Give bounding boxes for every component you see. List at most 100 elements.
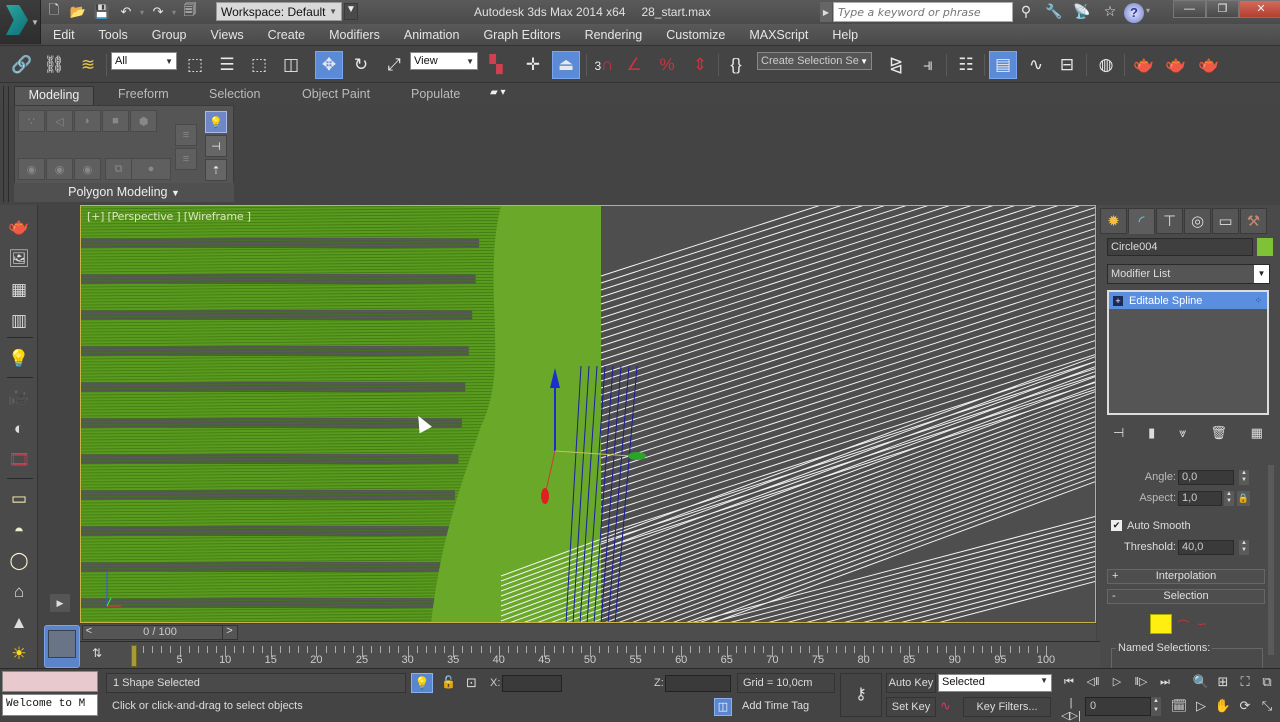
select-object-button[interactable]: ⬚ [181, 51, 209, 79]
select-and-move-button[interactable]: ✥ [315, 51, 343, 79]
remove-modifier-icon[interactable]: 🗑 [1210, 425, 1227, 441]
interpolation-rollout-header[interactable]: + Interpolation [1107, 569, 1265, 584]
key-mode-dropdown[interactable]: Selected ▼ [938, 674, 1052, 692]
ribbon-options-button[interactable]: ▰ ▾ [484, 86, 512, 105]
absolute-mode-button[interactable]: ⊡ [466, 675, 477, 691]
minimize-button[interactable]: — [1173, 0, 1206, 18]
element-subobject-button[interactable]: ⬢ [130, 110, 157, 132]
border-subobject-button[interactable]: ◗ [74, 110, 101, 132]
angle-snap-button[interactable]: ∠ [620, 51, 648, 79]
environment-icon[interactable]: ▥ [7, 309, 31, 333]
material-editor-button[interactable]: ◍ [1092, 51, 1120, 79]
maxscript-mini-listener-output[interactable] [2, 671, 98, 692]
workspace-dropdown[interactable]: Workspace: Default ▼ [216, 2, 342, 21]
isolate-selection-button[interactable]: 💡 [411, 673, 433, 693]
keyboard-shortcut-override-button[interactable]: ⏏ [552, 51, 580, 79]
add-time-tag-button[interactable]: Add Time Tag [737, 697, 835, 717]
open-file-button[interactable]: 📂 [68, 3, 88, 21]
graphite-toolbar-button[interactable]: ▤ [989, 51, 1017, 79]
window-crossing-button[interactable]: ◫ [277, 51, 305, 79]
polygon-modeling-dropdown[interactable]: Polygon Modeling ▼ [14, 183, 234, 202]
menu-animation[interactable]: Animation [392, 28, 472, 42]
plane-light-icon[interactable]: ▭ [7, 487, 31, 511]
viewport-label-menu[interactable]: [+] [Perspective ] [Wireframe ] [87, 210, 251, 223]
open-mini-curve-editor-icon[interactable]: ⇅ [92, 646, 102, 660]
select-and-rotate-button[interactable]: ↻ [347, 51, 375, 79]
polygon-subobject-button[interactable]: ■ [102, 110, 129, 132]
previous-key-button[interactable]: ◁‖ [1082, 672, 1104, 692]
zoom-all-button[interactable]: ⊞ [1212, 672, 1234, 692]
segment-level-button[interactable]: ⌒ [1177, 617, 1189, 634]
time-configuration-button[interactable]: 🗓 [1168, 696, 1190, 716]
object-name-field[interactable] [1107, 238, 1253, 256]
tab-selection[interactable]: Selection [203, 86, 266, 105]
camera-sequencer-icon[interactable]: ◐ [7, 417, 31, 441]
current-frame-marker[interactable] [131, 645, 137, 667]
modifier-list-dropdown[interactable]: Modifier List ▼ [1107, 264, 1270, 284]
named-selection-dropdown[interactable]: Create Selection Se ▼ [757, 52, 872, 70]
next-frame-button[interactable]: > [222, 625, 236, 640]
timeline-ruler[interactable]: 0510152025303540455055606570758085909510… [130, 643, 1055, 668]
angle-spinner[interactable]: ▲ ▼ [1239, 470, 1249, 485]
pivot-center-button[interactable]: ▚ [482, 51, 510, 79]
camera-icon[interactable]: 🎥 [7, 385, 31, 409]
previous-frame-button[interactable]: < [82, 625, 96, 640]
mini-curve-editor-button[interactable] [44, 625, 80, 668]
menu-graph-editors[interactable]: Graph Editors [471, 28, 572, 42]
new-file-button[interactable]: 🗋 [44, 2, 64, 21]
rollout-scrollbar[interactable] [1268, 465, 1274, 655]
zoom-button[interactable]: 🔍 [1190, 672, 1212, 692]
tab-populate[interactable]: Populate [405, 86, 466, 105]
display-tab[interactable]: ▭ [1212, 208, 1239, 234]
set-keys-button[interactable]: ⚷ [840, 673, 882, 717]
align-button[interactable]: ⫣ [914, 51, 942, 79]
perspective-viewport[interactable]: [+] [Perspective ] [Wireframe ] [80, 205, 1096, 623]
shrink-button[interactable]: ◉ [46, 158, 73, 180]
redo-button[interactable]: ↷ [148, 3, 168, 21]
selection-rollout-header[interactable]: - Selection [1107, 589, 1265, 604]
menu-customize[interactable]: Customize [654, 28, 737, 42]
menu-maxscript[interactable]: MAXScript [737, 28, 820, 42]
zoom-extents-button[interactable]: ⛶ [1234, 672, 1256, 692]
tab-freeform[interactable]: Freeform [112, 86, 175, 105]
vertex-level-button[interactable] [1150, 614, 1172, 634]
adaptive-degradation-button[interactable]: ◫ [714, 698, 732, 716]
menu-create[interactable]: Create [256, 28, 318, 42]
loop-button[interactable]: ◉ [74, 158, 101, 180]
render-setup-button[interactable]: 🫖 [1130, 51, 1158, 79]
customize-qat-button[interactable]: ▼ [344, 3, 358, 20]
time-slider-thumb[interactable]: 0 / 100 [82, 625, 238, 640]
snaps-toggle-button[interactable]: 3∩ [590, 51, 618, 79]
help-dropdown-icon[interactable]: ▾ [1146, 6, 1150, 15]
auto-key-button[interactable]: Auto Key [886, 673, 936, 693]
select-by-name-button[interactable]: ☰ [213, 51, 241, 79]
render-setup-icon[interactable]: ▦ [7, 278, 31, 302]
maximize-viewport-button[interactable]: ⤡ [1256, 696, 1278, 716]
close-button[interactable]: ✕ [1239, 0, 1280, 18]
aspect-field[interactable]: 1,0 [1178, 491, 1222, 506]
teapot-icon[interactable]: 🫖 [7, 215, 31, 239]
field-of-view-button[interactable]: ▷ [1190, 696, 1212, 716]
restore-button[interactable]: ❐ [1206, 0, 1239, 18]
expand-toolbar-button[interactable]: ▶ [50, 594, 70, 612]
render-frame-icon[interactable]: 🖼 [7, 247, 31, 271]
key-icon[interactable]: 🔧 [1044, 2, 1064, 20]
light-lister-icon[interactable]: 💡 [7, 347, 31, 371]
hierarchy-tab[interactable]: ⊤ [1156, 208, 1183, 234]
object-color-swatch[interactable] [1257, 238, 1273, 256]
show-end-result-icon[interactable]: ▮ [1148, 425, 1155, 441]
search-expand-button[interactable]: ▶ [820, 2, 832, 22]
lock-aspect-button[interactable]: 🔒 [1237, 491, 1250, 506]
disc-light-icon[interactable]: ◯ [7, 549, 31, 573]
create-tab[interactable]: ✹ [1100, 208, 1127, 234]
wire-teapot-icon[interactable]: ⌂ [7, 580, 31, 604]
x-coordinate-field[interactable] [502, 675, 562, 692]
angle-field[interactable]: 0,0 [1178, 470, 1234, 485]
tab-modeling[interactable]: Modeling [14, 86, 94, 105]
redo-dropdown-icon[interactable]: ▾ [172, 8, 176, 17]
curve-editor-button[interactable]: ∿ [1022, 51, 1050, 79]
save-file-button[interactable]: 💾 [92, 3, 112, 21]
undo-dropdown-icon[interactable]: ▾ [140, 8, 144, 17]
spline-level-button[interactable]: ∽ [1197, 617, 1207, 631]
utilities-tab[interactable]: ⚒ [1240, 208, 1267, 234]
